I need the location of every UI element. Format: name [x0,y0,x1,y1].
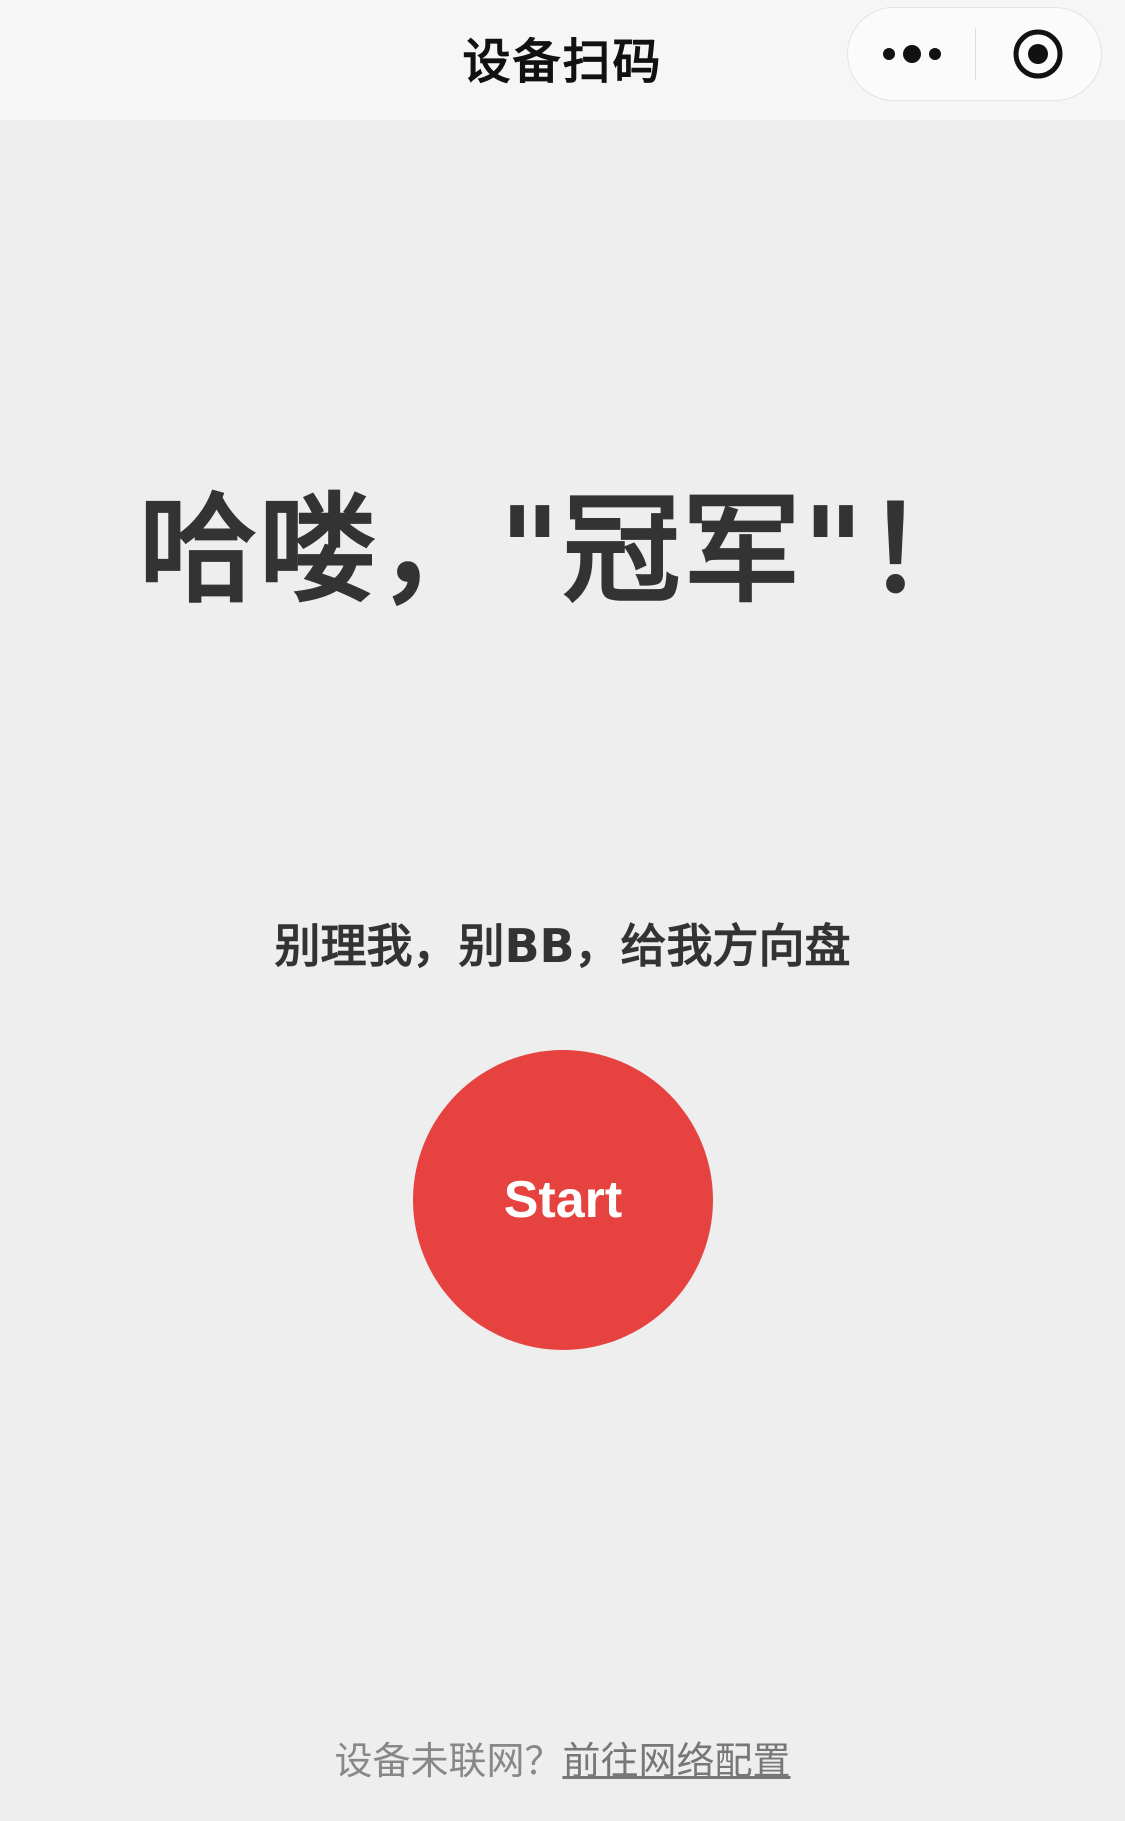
target-close-icon [1013,29,1063,78]
close-button[interactable] [976,8,1100,99]
hero-title: 哈喽，"冠军"！ [139,481,986,619]
tagline: 别理我，别BB，给我方向盘 [274,919,851,973]
network-status-text: 设备未联网？ [334,1739,563,1783]
network-footer: 设备未联网？前往网络配置 [0,1730,1125,1785]
more-dots-icon [882,44,941,63]
mini-program-capsule [847,7,1102,101]
start-button[interactable]: Start [413,1050,713,1350]
more-button[interactable] [848,8,975,99]
start-button-label: Start [503,1171,623,1229]
navigation-bar: 设备扫码 [0,0,1125,120]
page: 设备扫码 哈喽，"冠军"！ 别理我，别BB，给我方向盘 Start 设备未联网？… [0,0,1125,1821]
network-config-link[interactable]: 前往网络配置 [563,1739,791,1783]
